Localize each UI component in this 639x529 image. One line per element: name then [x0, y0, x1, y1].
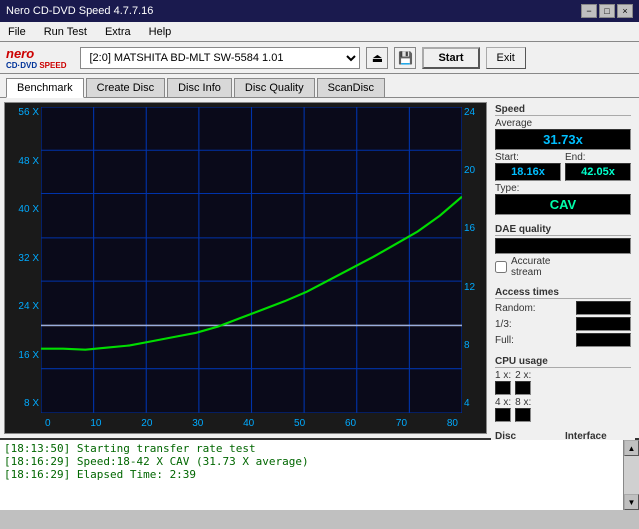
- dae-section: DAE quality Accuratestream: [491, 222, 635, 280]
- cpu-4x-label: 4 x:: [495, 397, 511, 408]
- full-value: [576, 333, 631, 347]
- tab-create-disc[interactable]: Create Disc: [86, 78, 165, 97]
- tab-disc-info[interactable]: Disc Info: [167, 78, 232, 97]
- title-text: Nero CD-DVD Speed 4.7.7.16: [6, 5, 153, 17]
- y-axis-right: 24 20 16 12 8 4: [462, 103, 486, 413]
- menu-run-test[interactable]: Run Test: [40, 25, 91, 39]
- log-scrollbar: ▲ ▼: [623, 440, 639, 510]
- right-panel: Speed Average 31.73x Start: 18.16x End: …: [491, 98, 639, 438]
- y-axis-left: 56 X 48 X 40 X 32 X 24 X 16 X 8 X: [5, 103, 41, 413]
- chart-plot: [41, 107, 462, 413]
- type-label: Type:: [495, 183, 631, 194]
- type-value-box: CAV: [495, 194, 631, 215]
- full-label: Full:: [495, 335, 514, 346]
- onethird-label: 1/3:: [495, 319, 512, 330]
- speed-section: Speed Average 31.73x Start: 18.16x End: …: [491, 102, 635, 217]
- close-btn[interactable]: ×: [617, 4, 633, 18]
- end-value-box: 42.05x: [565, 163, 631, 181]
- save-icon-btn[interactable]: 💾: [394, 47, 416, 69]
- cpu-2x-label: 2 x:: [515, 370, 531, 381]
- tab-benchmark[interactable]: Benchmark: [6, 78, 84, 98]
- log-content: [18:13:50] Starting transfer rate test […: [0, 440, 623, 510]
- chart-area: 56 X 48 X 40 X 32 X 24 X 16 X 8 X 24 20 …: [4, 102, 487, 434]
- exit-button[interactable]: Exit: [486, 47, 526, 69]
- maximize-btn[interactable]: □: [599, 4, 615, 18]
- cpu-section: CPU usage 1 x: 2 x: 4 x: 8 x:: [491, 354, 635, 424]
- main-content: 56 X 48 X 40 X 32 X 24 X 16 X 8 X 24 20 …: [0, 98, 639, 438]
- menu-help[interactable]: Help: [145, 25, 176, 39]
- log-line-3: [18:16:29] Elapsed Time: 2:39: [4, 468, 619, 481]
- log-line-1: [18:13:50] Starting transfer rate test: [4, 442, 619, 455]
- avg-label: Average: [495, 118, 631, 129]
- start-value-box: 18.16x: [495, 163, 561, 181]
- dae-header: DAE quality: [495, 224, 631, 236]
- start-label: Start:: [495, 152, 561, 163]
- eject-icon-btn[interactable]: ⏏: [366, 47, 388, 69]
- title-bar: Nero CD-DVD Speed 4.7.7.16 − □ ×: [0, 0, 639, 22]
- cpu-1x-value: [495, 381, 511, 395]
- random-label: Random:: [495, 303, 536, 314]
- cpu-4x-value: [495, 408, 511, 422]
- scroll-up-btn[interactable]: ▲: [624, 440, 639, 456]
- accurate-stream-checkbox[interactable]: [495, 261, 507, 273]
- avg-value-box: 31.73x: [495, 129, 631, 150]
- accurate-stream-row: Accuratestream: [495, 256, 631, 278]
- access-section: Access times Random: 1/3: Full:: [491, 285, 635, 349]
- tab-disc-quality[interactable]: Disc Quality: [234, 78, 315, 97]
- dae-value-box: [495, 238, 631, 254]
- drive-select[interactable]: [2:0] MATSHITA BD-MLT SW-5584 1.01: [80, 47, 360, 69]
- access-header: Access times: [495, 287, 631, 299]
- tab-scan-disc[interactable]: ScanDisc: [317, 78, 385, 97]
- minimize-btn[interactable]: −: [581, 4, 597, 18]
- cpu-2x-value: [515, 381, 531, 395]
- scroll-down-btn[interactable]: ▼: [624, 494, 639, 510]
- cpu-8x-value: [515, 408, 531, 422]
- log-area: [18:13:50] Starting transfer rate test […: [0, 438, 639, 510]
- cpu-8x-label: 8 x:: [515, 397, 531, 408]
- menu-extra[interactable]: Extra: [101, 25, 135, 39]
- random-value: [576, 301, 631, 315]
- end-label: End:: [565, 152, 631, 163]
- x-axis: 0 10 20 30 40 50 60 70 80: [41, 413, 462, 433]
- onethird-value: [576, 317, 631, 331]
- toolbar: nero CD·DVD SPEED [2:0] MATSHITA BD-MLT …: [0, 42, 639, 74]
- speed-header: Speed: [495, 104, 631, 116]
- log-line-2: [18:16:29] Speed:18-42 X CAV (31.73 X av…: [4, 455, 619, 468]
- cpu-header: CPU usage: [495, 356, 631, 368]
- menu-bar: File Run Test Extra Help: [0, 22, 639, 42]
- menu-file[interactable]: File: [4, 25, 30, 39]
- cpu-1x-label: 1 x:: [495, 370, 511, 381]
- logo: nero CD·DVD SPEED: [6, 46, 66, 70]
- start-button[interactable]: Start: [422, 47, 479, 69]
- tabs-bar: Benchmark Create Disc Disc Info Disc Qua…: [0, 74, 639, 98]
